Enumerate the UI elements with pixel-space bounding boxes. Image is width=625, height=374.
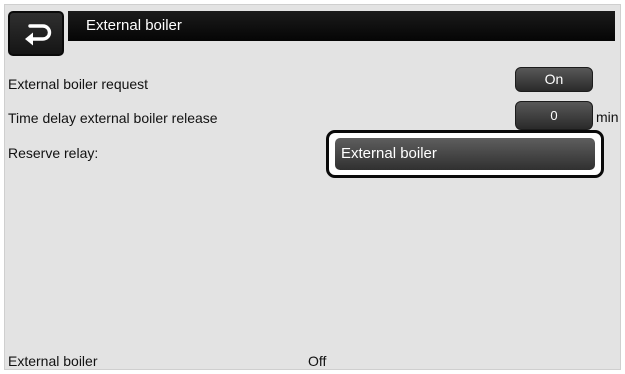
- back-arrow-icon: [25, 24, 52, 46]
- back-button[interactable]: [8, 11, 64, 56]
- reserve-relay-select[interactable]: External boiler: [326, 130, 604, 178]
- screen-panel: [4, 4, 621, 370]
- reserve-relay-label: Reserve relay:: [8, 145, 99, 161]
- status-value: Off: [308, 353, 327, 369]
- external-boiler-request-toggle[interactable]: On: [515, 67, 593, 92]
- page-title: External boiler: [68, 11, 615, 41]
- status-label: External boiler: [8, 353, 98, 369]
- external-boiler-request-label: External boiler request: [8, 76, 149, 92]
- time-delay-label: Time delay external boiler release: [8, 110, 218, 126]
- time-delay-input[interactable]: 0: [515, 101, 593, 130]
- time-delay-unit: min: [596, 109, 619, 125]
- reserve-relay-value: External boiler: [335, 138, 595, 170]
